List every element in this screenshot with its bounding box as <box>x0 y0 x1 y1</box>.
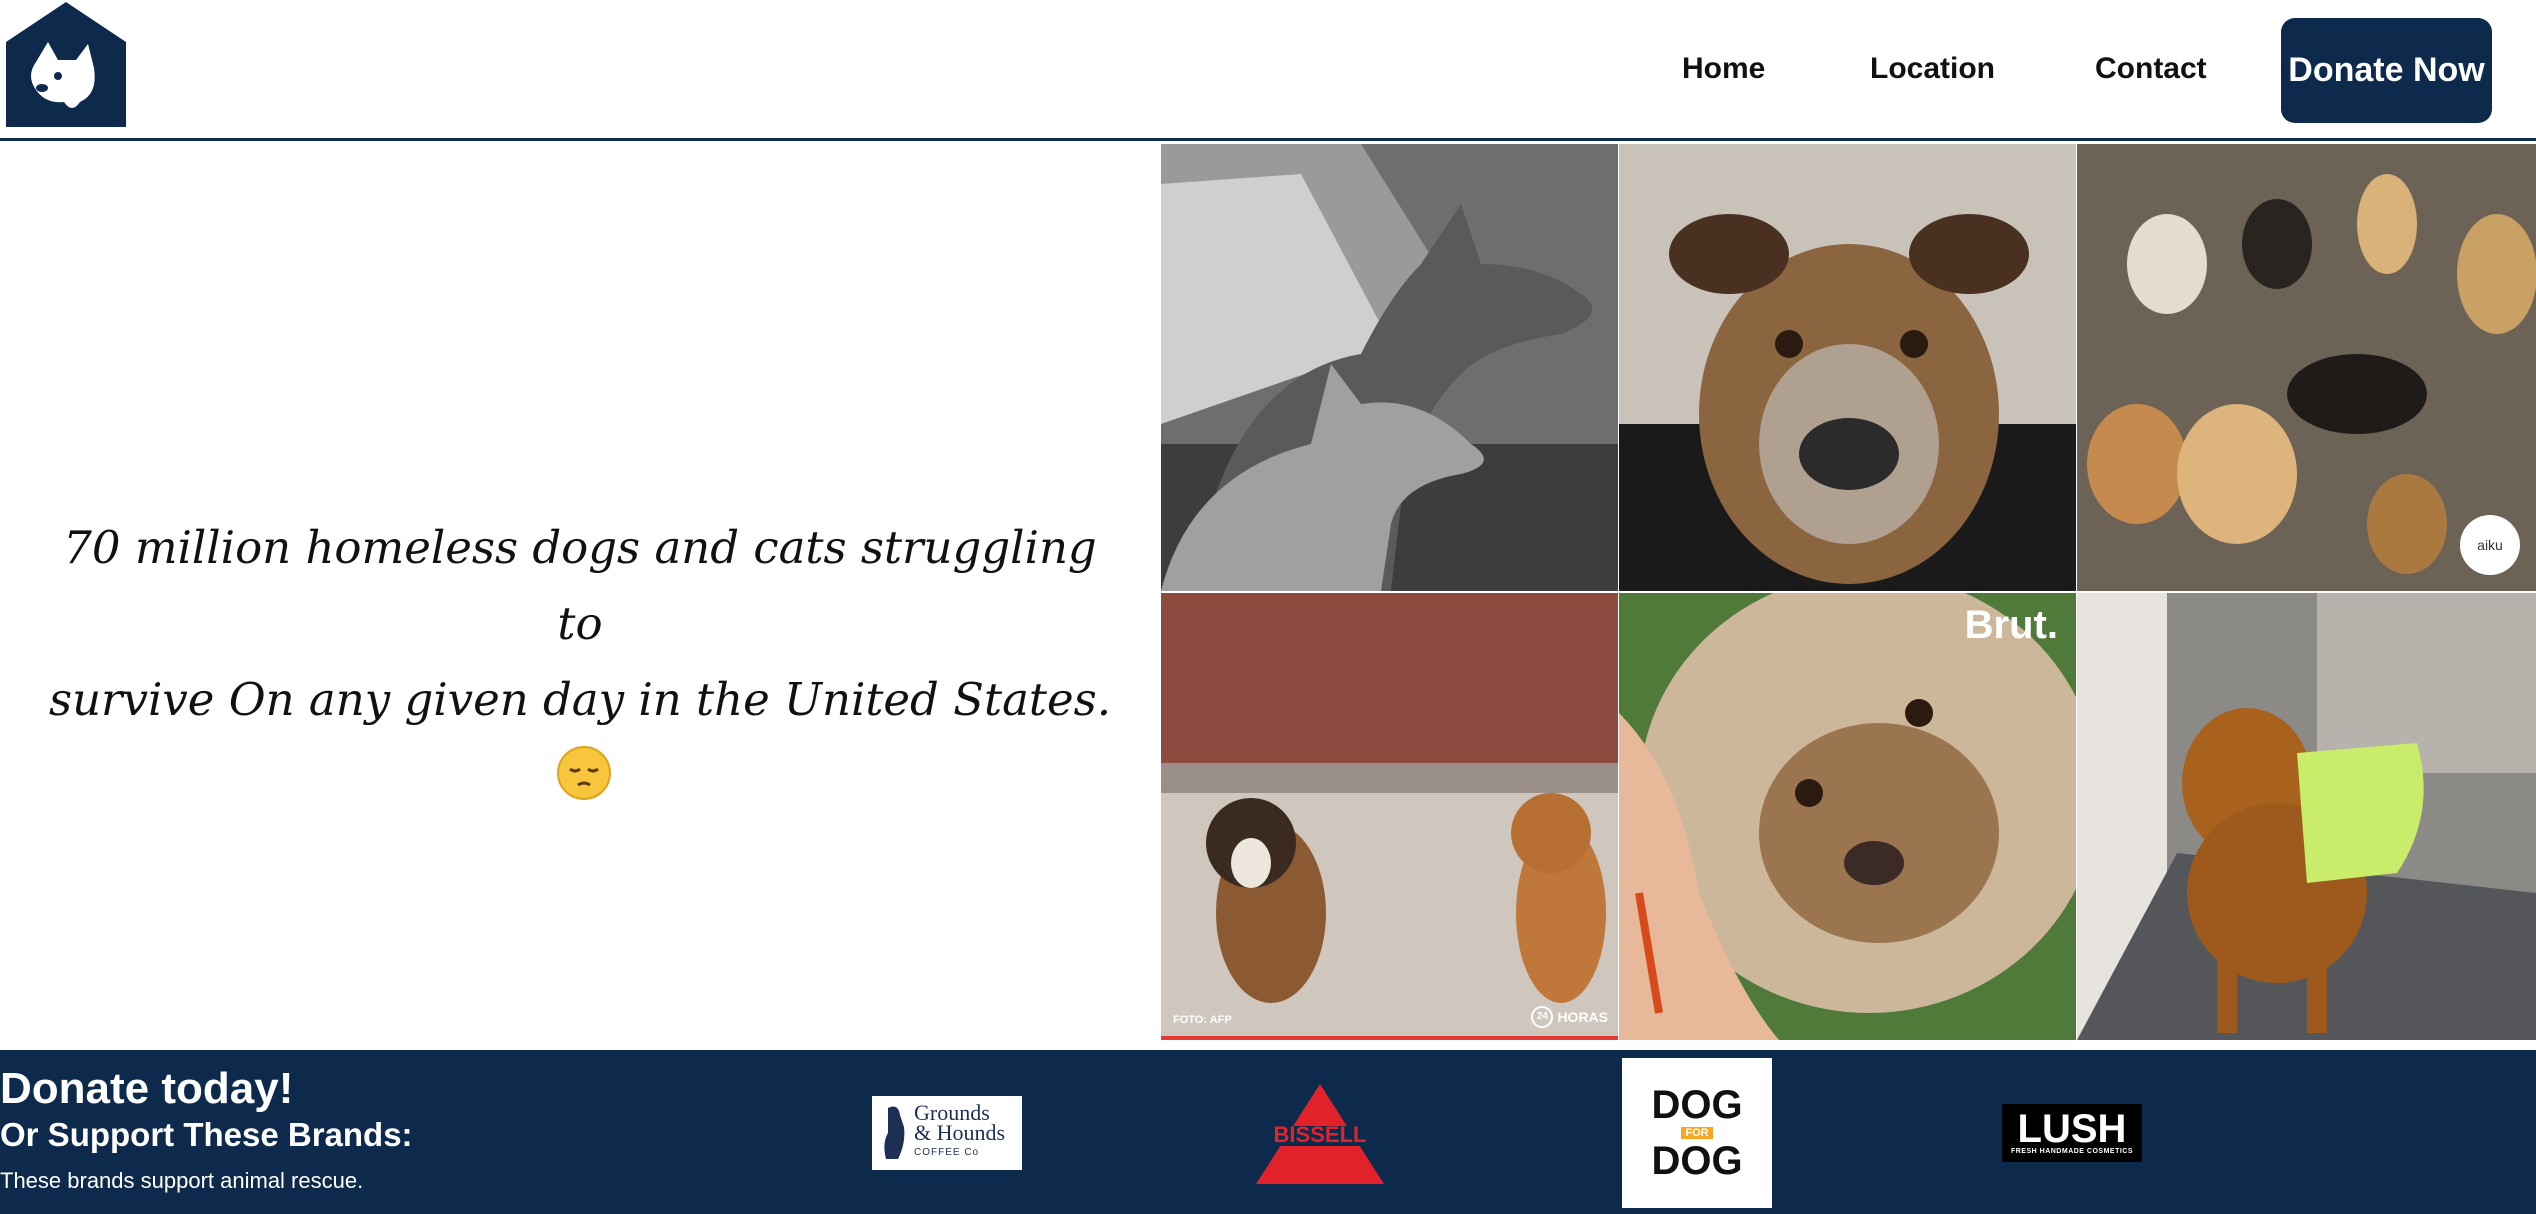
gallery-photo-brown-dog-closeup <box>1619 144 2076 591</box>
gallery-photo-two-puppies: FOTO: AFP 24 HORAS <box>1161 593 1618 1040</box>
gallery-photo-dog-pack: aiku <box>2077 144 2536 591</box>
dog-photo-gallery: aiku FOTO: AFP 24 HORAS Brut. <box>1161 144 2536 1050</box>
site-header: Home Location Contact Donate Now <box>0 0 2536 141</box>
for-text: FOR <box>1681 1127 1713 1139</box>
lush-logo[interactable]: LUSH FRESH HANDMADE COSMETICS <box>2002 1104 2142 1162</box>
gallery-photo-two-dogs-bw <box>1161 144 1618 591</box>
bissell-logo[interactable]: BISSELL <box>1248 1082 1393 1186</box>
grounds-and-hounds-logo[interactable]: Grounds & Hounds COFFEE Co <box>872 1096 1022 1170</box>
grounds-text: Grounds & Hounds COFFEE Co <box>914 1102 1006 1163</box>
footer-note: These brands support animal rescue. <box>0 1168 364 1193</box>
24-horas-watermark: 24 HORAS <box>1531 1006 1608 1028</box>
grounds-line-2: & Hounds <box>914 1120 1006 1145</box>
dog-for-dog-logo[interactable]: DOG FOR DOG <box>1622 1058 1772 1208</box>
nav-contact-link[interactable]: Contact <box>2095 52 2207 86</box>
hero-line-1: 70 million homeless dogs and cats strugg… <box>63 521 1097 650</box>
bissell-wordmark: BISSELL <box>1274 1122 1367 1147</box>
footer-brands-section: Donate today! Or Support These Brands: T… <box>0 1050 2536 1214</box>
dog-top-text: DOG <box>1651 1083 1743 1127</box>
aiku-watermark: aiku <box>2460 515 2520 575</box>
gallery-photo-dog-in-vest <box>2077 593 2536 1040</box>
dog-bottom-text: DOG <box>1651 1139 1743 1183</box>
dog-house-logo[interactable] <box>6 2 126 127</box>
hero-line-2: survive On any given day in the United S… <box>48 673 1112 726</box>
nav-location-link[interactable]: Location <box>1870 52 1995 86</box>
gallery-photo-fluffy-dog-hand: Brut. <box>1619 593 2076 1040</box>
foto-afp-credit: FOTO: AFP <box>1173 1014 1232 1026</box>
nav-home-link[interactable]: Home <box>1682 52 1765 86</box>
lush-tagline: FRESH HANDMADE COSMETICS <box>2010 1148 2134 1155</box>
24-badge: 24 <box>1531 1006 1554 1028</box>
hero-statement: 70 million homeless dogs and cats strugg… <box>40 510 1120 814</box>
lush-wordmark: LUSH <box>2017 1107 2127 1151</box>
brut-watermark: Brut. <box>1964 603 2058 647</box>
grounds-line-3: COFFEE Co <box>914 1147 980 1158</box>
donate-now-button[interactable]: Donate Now <box>2281 18 2492 123</box>
footer-title: Donate today! <box>0 1064 294 1113</box>
hound-icon <box>884 1106 905 1159</box>
red-accent-bar <box>1161 1036 1618 1040</box>
footer-subtitle: Or Support These Brands: <box>0 1116 413 1153</box>
horas-label: HORAS <box>1557 1009 1608 1025</box>
pensive-face-icon <box>556 745 612 801</box>
